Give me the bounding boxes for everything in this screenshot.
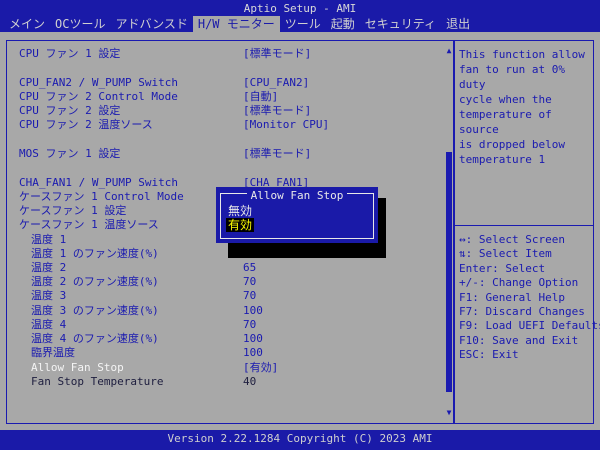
setting-value[interactable]: [Monitor CPU] xyxy=(243,118,329,132)
setting-label: ケースファン 1 Control Mode xyxy=(19,190,184,203)
header-bar: Aptio Setup - AMI メイン OCツール アドバンスド H/W モニター… xyxy=(0,0,600,32)
setting-row-temp2-fan-speed[interactable]: 温度 2 のファン速度(%) 70 xyxy=(7,275,437,289)
key-load-defaults: F9: Load UEFI Defaults xyxy=(459,319,600,333)
setting-value[interactable]: 65 xyxy=(243,261,256,275)
setting-row-temp4-fan-speed[interactable]: 温度 4 のファン速度(%) 100 xyxy=(7,332,437,346)
setting-label: CPU ファン 2 設定 xyxy=(19,104,121,117)
setting-label: CPU_FAN2 / W_PUMP Switch xyxy=(19,76,178,89)
setting-row-cpu-fan1-setting[interactable]: CPU ファン 1 設定 [標準モード] xyxy=(7,47,437,61)
key-select-screen: ↔: Select Screen xyxy=(459,233,565,246)
scroll-track[interactable] xyxy=(446,57,452,407)
popup-option-enabled[interactable]: 有効 xyxy=(226,218,255,232)
setting-label: CPU ファン 1 設定 xyxy=(19,47,121,60)
key-general-help: F1: General Help xyxy=(459,290,565,304)
popup-title-wrap: Allow Fan Stop xyxy=(216,189,378,202)
option-popup: Allow Fan Stop 無効 有効 xyxy=(216,187,378,243)
setting-value[interactable]: 100 xyxy=(243,346,263,360)
key-legend: ↔: Select Screen ⇅: Select Item Enter: S… xyxy=(459,233,600,363)
setting-label: 温度 1 xyxy=(31,233,67,246)
setting-value[interactable]: [CPU_FAN2] xyxy=(243,76,309,90)
tab-oc-tools[interactable]: OCツール xyxy=(50,16,110,32)
key-save-exit: F10: Save and Exit xyxy=(459,333,579,347)
setting-label: Allow Fan Stop xyxy=(31,361,124,374)
setting-row-temp4[interactable]: 温度 4 70 xyxy=(7,318,437,332)
setting-row-allow-fan-stop[interactable]: Allow Fan Stop [有効] xyxy=(7,361,437,375)
setting-value[interactable]: [有効] xyxy=(243,361,278,375)
setting-row-temp3[interactable]: 温度 3 70 xyxy=(7,289,437,303)
tab-tools[interactable]: ツール xyxy=(280,16,326,32)
scrollbar[interactable]: ▲ ▼ xyxy=(445,47,453,417)
setting-row-cpu-fan2-control-mode[interactable]: CPU ファン 2 Control Mode [自動] xyxy=(7,90,437,104)
footer-bar: Version 2.22.1284 Copyright (C) 2023 AMI xyxy=(0,430,600,450)
setting-label: 温度 2 xyxy=(31,261,67,274)
help-description: This function allow fan to run at 0% dut… xyxy=(459,48,585,166)
setting-value[interactable]: 100 xyxy=(243,332,263,346)
tab-exit[interactable]: 退出 xyxy=(441,16,475,32)
setting-label: CHA_FAN1 / W_PUMP Switch xyxy=(19,176,178,189)
setting-label: ケースファン 1 設定 xyxy=(19,204,127,217)
setting-label: 温度 1 のファン速度(%) xyxy=(31,247,159,260)
key-exit: ESC: Exit xyxy=(459,348,519,362)
key-change-option: +/-: Change Option xyxy=(459,276,579,290)
setting-label: 温度 2 のファン速度(%) xyxy=(31,275,159,288)
help-divider xyxy=(455,225,593,226)
setting-value[interactable]: 70 xyxy=(243,289,256,303)
version-text: Version 2.22.1284 Copyright (C) 2023 AMI xyxy=(167,432,433,445)
setting-label: ケースファン 1 温度ソース xyxy=(19,218,159,231)
setting-row-critical-temp[interactable]: 臨界温度 100 xyxy=(7,346,437,360)
setting-row-cpu-fan2-temp-source[interactable]: CPU ファン 2 温度ソース [Monitor CPU] xyxy=(7,118,437,132)
key-discard-changes: F7: Discard Changes xyxy=(459,305,585,319)
setting-label: 温度 4 のファン速度(%) xyxy=(31,332,159,345)
setting-label: 温度 4 xyxy=(31,318,67,331)
scroll-down-icon[interactable]: ▼ xyxy=(445,409,453,417)
setting-value[interactable]: [標準モード] xyxy=(243,104,311,118)
scroll-up-icon[interactable]: ▲ xyxy=(445,47,453,55)
setting-row-cpu-fan2-setting[interactable]: CPU ファン 2 設定 [標準モード] xyxy=(7,104,437,118)
setting-value[interactable]: [自動] xyxy=(243,90,278,104)
key-select-item: ⇅: Select Item xyxy=(459,247,552,261)
scroll-thumb[interactable] xyxy=(446,152,452,392)
setting-label: CPU ファン 2 温度ソース xyxy=(19,118,153,131)
setting-label: 臨界温度 xyxy=(31,346,75,359)
setting-row-temp2[interactable]: 温度 2 65 xyxy=(7,261,437,275)
popup-title: Allow Fan Stop xyxy=(246,189,348,202)
setting-value[interactable]: 100 xyxy=(243,304,263,318)
setting-label: MOS ファン 1 設定 xyxy=(19,147,121,160)
setting-row-cpu-fan2-switch[interactable]: CPU_FAN2 / W_PUMP Switch [CPU_FAN2] xyxy=(7,76,437,90)
tab-advanced[interactable]: アドバンスド xyxy=(110,16,192,32)
tab-hw-monitor[interactable]: H/W モニター xyxy=(192,16,280,32)
setting-label: CPU ファン 2 Control Mode xyxy=(19,90,178,103)
app-title: Aptio Setup - AMI xyxy=(243,2,357,15)
tab-security[interactable]: セキュリティ xyxy=(360,16,441,32)
setting-value[interactable]: 70 xyxy=(243,275,256,289)
setting-value[interactable]: [標準モード] xyxy=(243,147,311,161)
setting-value[interactable]: 40 xyxy=(243,375,256,389)
popup-option-disabled[interactable]: 無効 xyxy=(226,204,254,218)
setting-row-mos-fan1-setting[interactable]: MOS ファン 1 設定 [標準モード] xyxy=(7,147,437,161)
setting-label: Fan Stop Temperature xyxy=(31,375,164,388)
setting-label: 温度 3 のファン速度(%) xyxy=(31,304,159,317)
tab-main[interactable]: メイン xyxy=(4,16,50,32)
setting-value[interactable]: 70 xyxy=(243,318,256,332)
setting-label: 温度 3 xyxy=(31,289,67,302)
tab-boot[interactable]: 起動 xyxy=(326,16,360,32)
setting-row-fan-stop-temperature[interactable]: Fan Stop Temperature 40 xyxy=(7,375,437,389)
tab-bar: メイン OCツール アドバンスド H/W モニター ツール 起動 セキュリティ 退出 xyxy=(4,16,475,32)
key-enter: Enter: Select xyxy=(459,261,546,275)
setting-value[interactable]: [標準モード] xyxy=(243,47,311,61)
help-panel: This function allow fan to run at 0% dut… xyxy=(454,40,600,424)
setting-row-temp3-fan-speed[interactable]: 温度 3 のファン速度(%) 100 xyxy=(7,304,437,318)
